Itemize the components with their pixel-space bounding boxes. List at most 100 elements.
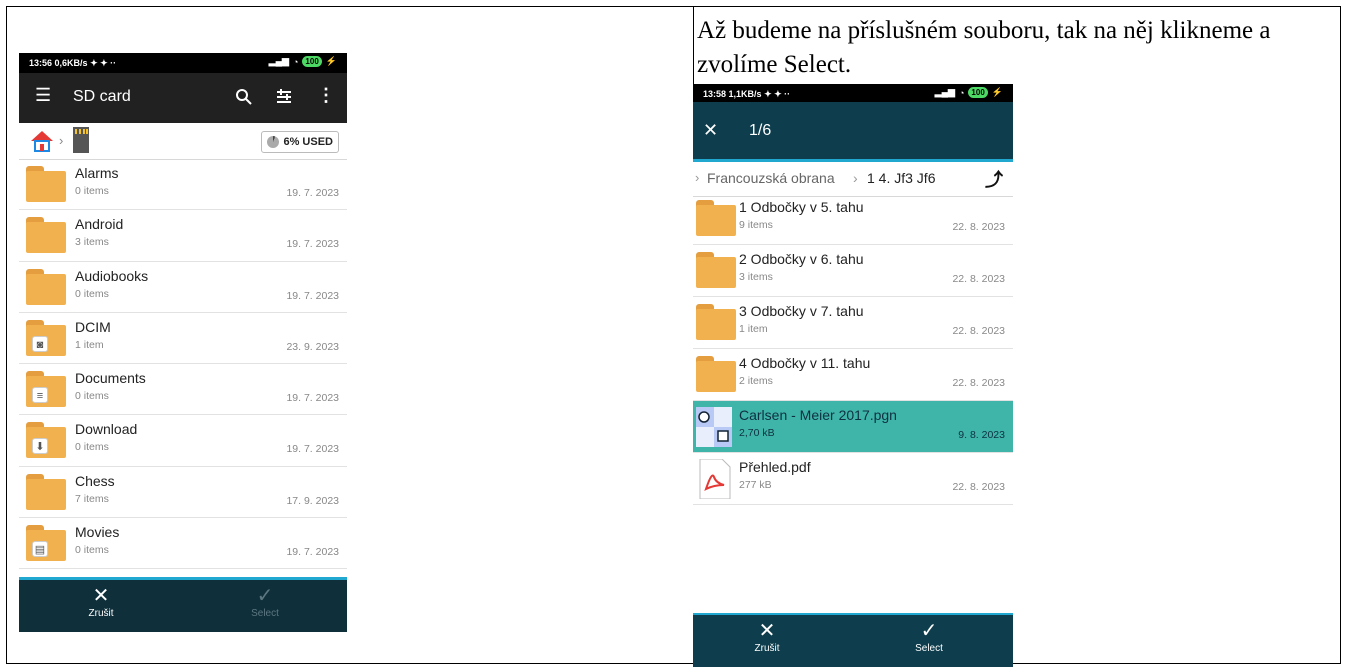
signal-icon: ▂▄▆ xyxy=(268,56,289,66)
check-icon: ✓ xyxy=(920,620,938,642)
list-item-date: 19. 7. 2023 xyxy=(286,289,339,302)
list-item-info: 2 items xyxy=(739,375,773,387)
list-item[interactable]: 1 Odbočky v 5. tahu 9 items 22. 8. 2023 xyxy=(693,193,1013,245)
list-item[interactable]: Alarms 0 items 19. 7. 2023 xyxy=(19,159,347,211)
file-list: Alarms 0 items 19. 7. 2023 Android 3 items 19… xyxy=(19,159,347,570)
list-item[interactable]: Přehled.pdf 277 kB 22. 8. 2023 xyxy=(693,453,1013,505)
wifi-icon: ◔ xyxy=(958,87,965,98)
check-icon: ✓ xyxy=(256,585,274,607)
search-icon[interactable] xyxy=(235,88,253,106)
folder-body xyxy=(26,478,66,510)
list-item-name: 3 Odbočky v 7. tahu xyxy=(739,303,864,319)
charging-icon: ⚡ xyxy=(325,56,337,66)
cancel-label: Zrušit xyxy=(88,608,114,619)
file-list: 1 Odbočky v 5. tahu 9 items 22. 8. 2023 2 O… xyxy=(693,193,1013,505)
list-item-info: 7 items xyxy=(75,492,109,505)
list-item-info: 0 items xyxy=(75,441,109,454)
status-speed: 0,6KB/s xyxy=(54,58,88,68)
cancel-button[interactable]: ✕ Zrušit xyxy=(707,619,827,654)
list-item-name: Audiobooks xyxy=(75,267,149,284)
folder-body xyxy=(26,273,66,305)
list-item-info: 0 items xyxy=(75,390,109,403)
chess-file-icon xyxy=(696,407,732,447)
list-item-date: 19. 7. 2023 xyxy=(286,392,339,405)
list-item-date: 22. 8. 2023 xyxy=(952,273,1005,285)
folder-icon xyxy=(26,166,66,202)
bottom-action-bar: ✕ Zrušit ✓ Select xyxy=(693,613,1013,667)
cancel-button[interactable]: ✕ Zrušit xyxy=(41,584,161,619)
pdf-file-icon xyxy=(699,459,731,499)
select-label: Select xyxy=(251,608,279,619)
list-item-name: Documents xyxy=(75,370,146,387)
status-speed: 1,1KB/s xyxy=(728,89,762,99)
list-item-date: 19. 7. 2023 xyxy=(286,443,339,456)
list-item-date: 22. 8. 2023 xyxy=(952,325,1005,337)
list-item-info: 3 items xyxy=(739,271,773,283)
download-icon: ⬇ xyxy=(32,438,48,455)
list-item[interactable]: Chess 7 items 17. 9. 2023 xyxy=(19,467,347,519)
list-item-name: Download xyxy=(75,421,138,438)
folder-icon xyxy=(696,356,736,392)
breadcrumb: › Francouzská obrana › 1 4. Jf3 Jf6 ⤴ xyxy=(693,159,1013,197)
more-vert-icon[interactable]: ⋮ xyxy=(317,85,335,106)
list-item-date: 19. 7. 2023 xyxy=(286,187,339,199)
menu-icon[interactable]: ☰ xyxy=(35,85,51,106)
status-time: 13:58 xyxy=(703,89,727,99)
document-icon: ≡ xyxy=(32,387,48,404)
phone-screenshot-sd-card: 13:56 0,6KB/s ✦ ✦ ·· ▂▄▆ ◔ 100 ⚡ ☰ SD card … xyxy=(19,53,347,632)
up-arrow-icon[interactable]: ⤴ xyxy=(985,166,1003,192)
folder-icon xyxy=(696,304,736,340)
battery-indicator: 100 xyxy=(968,87,988,98)
select-button[interactable]: ✓ Select xyxy=(205,584,325,619)
list-item-date: 17. 9. 2023 xyxy=(286,494,339,507)
filter-icon[interactable] xyxy=(275,88,293,106)
list-item-info: 9 items xyxy=(739,219,773,231)
folder-body xyxy=(26,171,66,202)
list-item[interactable]: Audiobooks 0 items 19. 7. 2023 xyxy=(19,262,347,313)
list-item-info: 2,70 kB xyxy=(739,427,775,439)
list-item-name: Carlsen - Meier 2017.pgn xyxy=(739,407,897,423)
home-icon[interactable] xyxy=(29,129,55,153)
list-item[interactable]: Carlsen - Meier 2017.pgn 2,70 kB 9. 8. 202… xyxy=(693,401,1013,453)
folder-icon xyxy=(26,217,66,254)
list-item[interactable]: Android 3 items 19. 7. 2023 xyxy=(19,210,347,262)
folder-body xyxy=(696,205,736,236)
list-item[interactable]: 2 Odbočky v 6. tahu 3 items 22. 8. 2023 xyxy=(693,245,1013,297)
list-item[interactable]: ◙ DCIM 1 item 23. 9. 2023 xyxy=(19,313,347,365)
storage-used-label: 6% USED xyxy=(283,136,333,148)
list-item[interactable]: ⬇ Download 0 items 19. 7. 2023 xyxy=(19,415,347,467)
list-item[interactable]: ▤ Movies 0 items 19. 7. 2023 xyxy=(19,518,347,570)
select-button[interactable]: ✓ Select xyxy=(869,619,989,654)
close-icon[interactable]: ✕ xyxy=(703,120,718,141)
close-icon: ✕ xyxy=(92,585,110,607)
folder-body xyxy=(26,222,66,254)
wifi-icon: ◔ xyxy=(292,56,299,67)
close-icon: ✕ xyxy=(758,620,776,642)
list-item-info: 0 items xyxy=(75,544,109,557)
storage-used-button[interactable]: 6% USED xyxy=(261,131,339,153)
sd-card-icon[interactable] xyxy=(71,127,91,153)
cancel-label: Zrušit xyxy=(754,643,780,654)
status-bar: 13:56 0,6KB/s ✦ ✦ ·· ▂▄▆ ◔ 100 ⚡ xyxy=(19,53,347,73)
list-item-name: Alarms xyxy=(75,165,119,181)
list-item-info: 0 items xyxy=(75,287,109,300)
charging-icon: ⚡ xyxy=(991,87,1003,97)
folder-body xyxy=(696,257,736,288)
folder-icon: ⬇ xyxy=(26,422,66,459)
list-item[interactable]: 3 Odbočky v 7. tahu 1 item 22. 8. 2023 xyxy=(693,297,1013,349)
list-item-name: Přehled.pdf xyxy=(739,459,811,475)
list-item-info: 277 kB xyxy=(739,479,772,491)
list-item-info: 1 item xyxy=(75,338,104,351)
list-item[interactable]: ≡ Documents 0 items 19. 7. 2023 xyxy=(19,364,347,416)
folder-body xyxy=(696,309,736,340)
list-item[interactable]: 4 Odbočky v 11. tahu 2 items 22. 8. 2023 xyxy=(693,349,1013,401)
list-item-info: 1 item xyxy=(739,323,768,335)
list-item-date: 9. 8. 2023 xyxy=(958,429,1005,441)
breadcrumb-separator-icon: › xyxy=(853,170,858,186)
status-bar: 13:58 1,1KB/s ✦ ✦ ·· ▂▄▆ ◔ 100 ⚡ xyxy=(693,84,1013,102)
breadcrumb-item-parent[interactable]: Francouzská obrana xyxy=(707,170,835,186)
list-item-info: 0 items xyxy=(75,185,109,197)
phone-screenshot-select-file: 13:58 1,1KB/s ✦ ✦ ·· ▂▄▆ ◔ 100 ⚡ ✕ 1/6 › Fr… xyxy=(693,84,1013,667)
signal-icon: ▂▄▆ xyxy=(934,87,955,97)
app-bar: ☰ SD card ⋮ xyxy=(19,73,347,123)
